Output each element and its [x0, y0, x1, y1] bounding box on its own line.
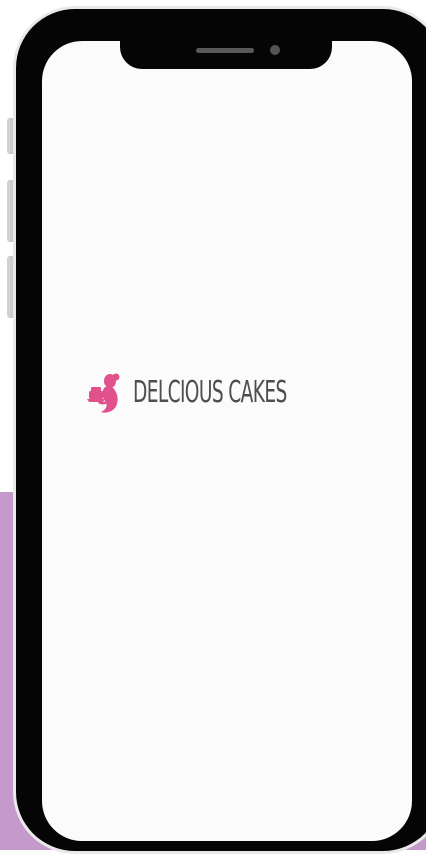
phone-frame: DELCIOUS CAKES — [13, 6, 426, 854]
woman-holding-cake-icon — [87, 373, 120, 413]
brand-name: DELCIOUS CAKES — [133, 375, 287, 410]
front-camera — [270, 45, 280, 55]
phone-body: DELCIOUS CAKES — [16, 9, 426, 851]
brand-logo: DELCIOUS CAKES — [85, 371, 381, 415]
phone-notch — [120, 31, 332, 69]
phone-screen: DELCIOUS CAKES — [42, 41, 412, 841]
speaker-grille — [196, 48, 254, 53]
